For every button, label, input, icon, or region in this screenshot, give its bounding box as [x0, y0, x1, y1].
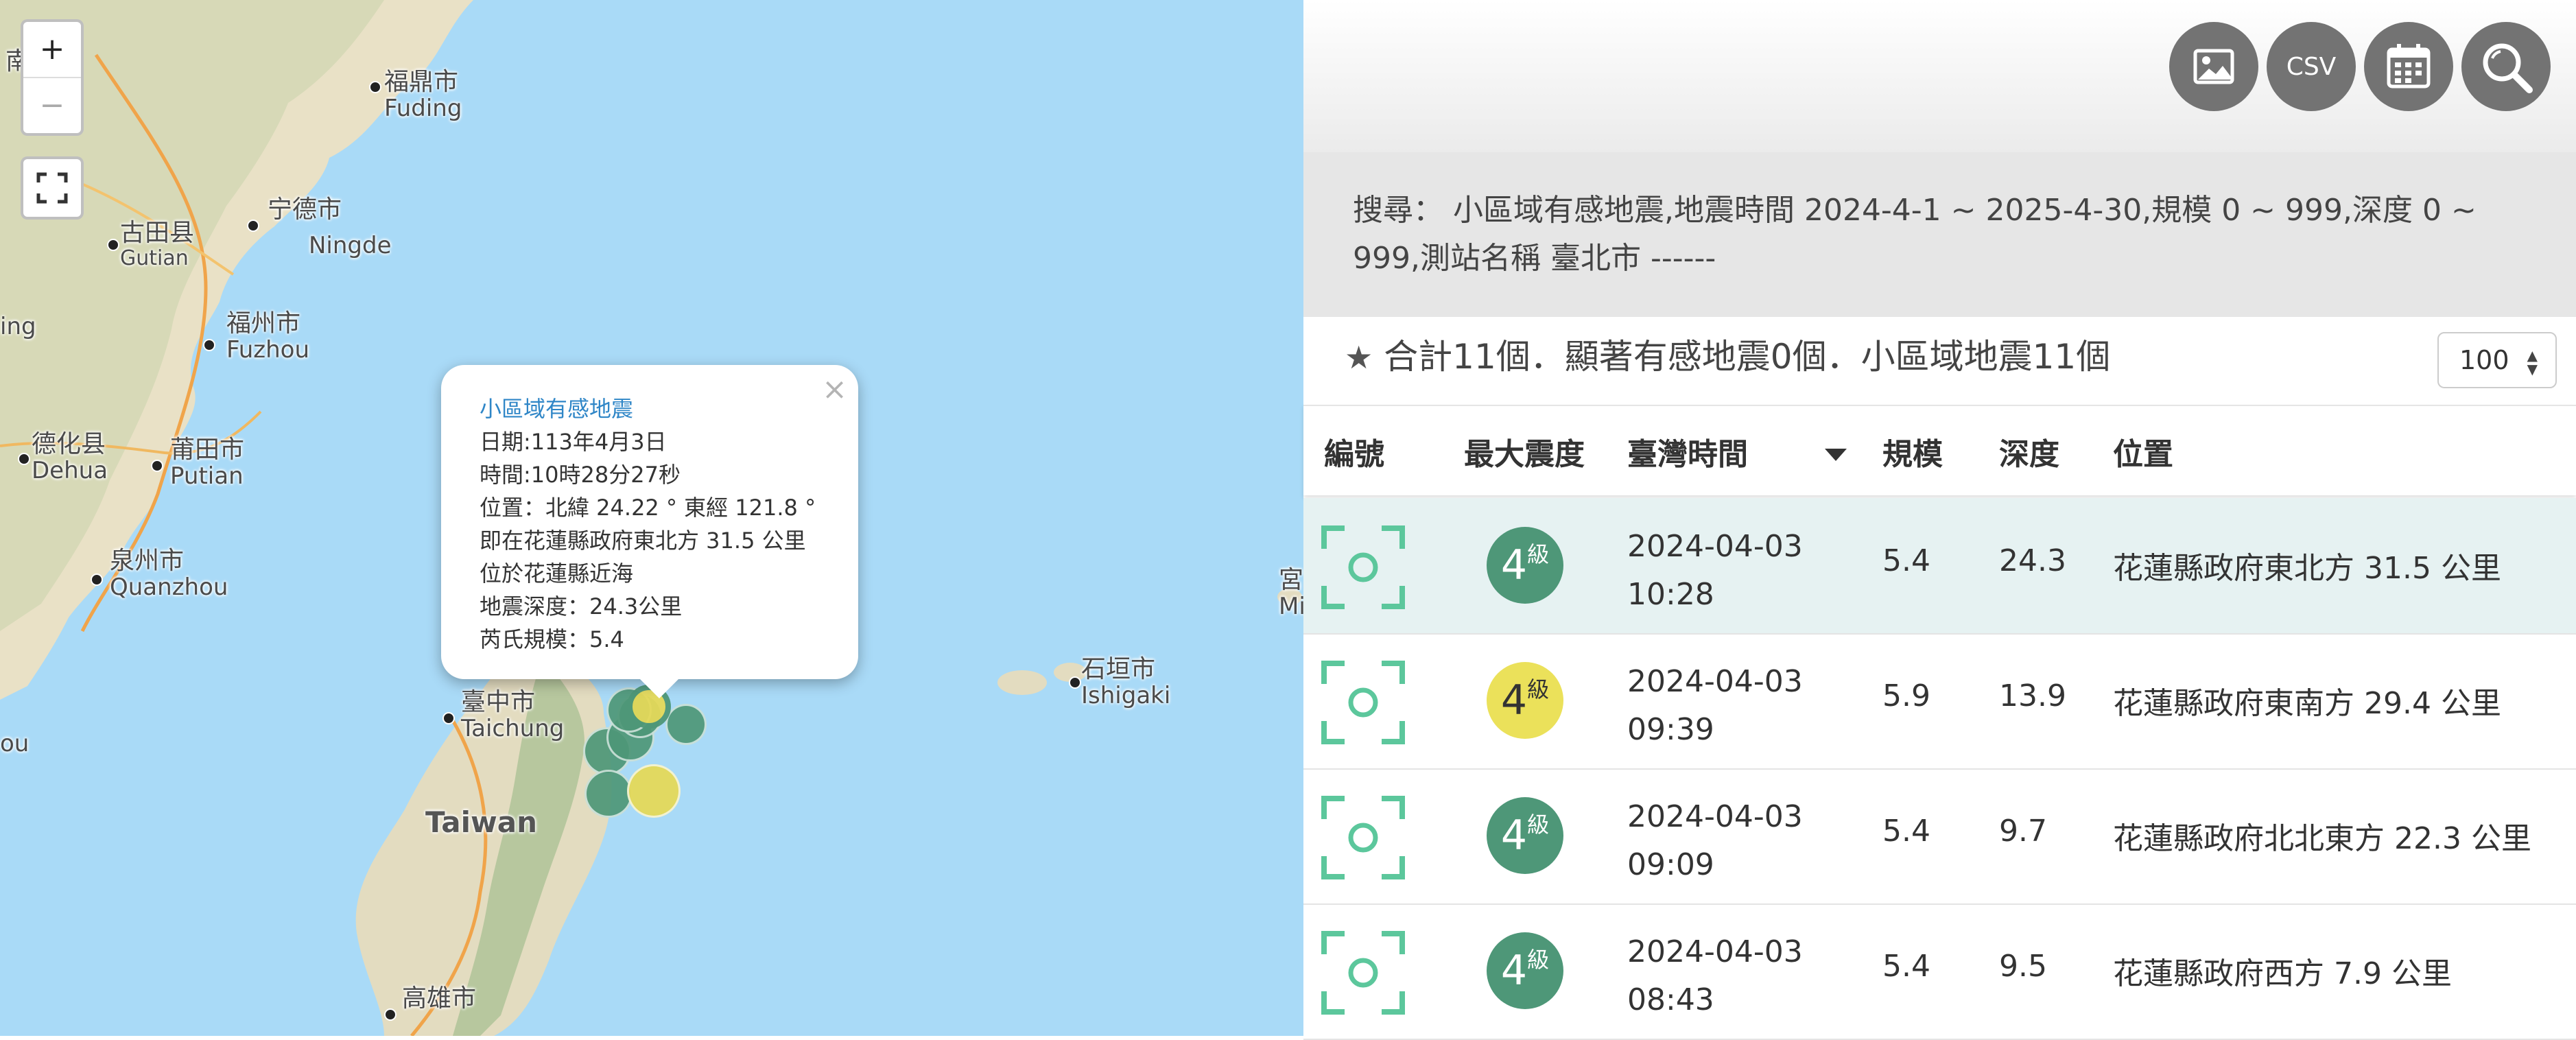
- popup-title[interactable]: 小區域有感地震: [480, 392, 816, 425]
- column-header-location[interactable]: 位置: [2113, 429, 2173, 473]
- place-label: 臺中市 Taichung: [461, 688, 565, 742]
- earthquake-popup: × 小區域有感地震 日期:113年4月3日 時間:10時28分27秒 位置：北緯…: [441, 365, 858, 698]
- popup-date: 日期:113年4月3日: [480, 429, 667, 455]
- column-header-intensity[interactable]: 最大震度: [1464, 429, 1585, 473]
- location-cell: 花蓮縣政府東北方 31.5 公里: [2113, 551, 2501, 586]
- table-header: 編號 最大震度 臺灣時間 規模 深度 位置: [1303, 405, 2576, 495]
- focus-map-icon[interactable]: [1321, 525, 1405, 609]
- magnitude-cell: 5.4: [1882, 814, 1930, 849]
- place-label: 石垣市 Ishigaki: [1081, 655, 1171, 709]
- place-label: 泉州市 Quanzhou: [110, 547, 228, 601]
- place-label: ou: [0, 730, 29, 757]
- star-icon: ★: [1345, 339, 1373, 376]
- csv-export-button[interactable]: CSV: [2267, 22, 2356, 111]
- city-dot: [247, 220, 259, 232]
- place-label: 宮 Mi: [1279, 566, 1303, 620]
- city-dot: [442, 712, 455, 724]
- intensity-badge: 4級: [1487, 797, 1563, 874]
- magnitude-cell: 5.4: [1882, 543, 1930, 578]
- intensity-badge: 4級: [1487, 932, 1563, 1009]
- depth-cell: 24.3: [1999, 543, 2066, 578]
- column-header-time[interactable]: 臺灣時間: [1627, 429, 1748, 473]
- search-criteria-summary: 搜尋： 小區域有感地震,地震時間 2024-4-1 ~ 2025-4-30,規模…: [1303, 152, 2576, 317]
- column-header-magnitude[interactable]: 規模: [1882, 429, 1943, 473]
- city-dot: [18, 453, 30, 465]
- focus-map-icon[interactable]: [1321, 661, 1405, 744]
- toolbar: CSV: [1303, 0, 2576, 152]
- fullscreen-button[interactable]: [21, 156, 84, 220]
- city-dot: [203, 339, 215, 351]
- taiwan-time: 2024-04-03 09:39: [1627, 664, 1803, 747]
- place-label: 宁德市: [268, 196, 342, 224]
- taiwan-time: 2024-04-03 09:09: [1627, 799, 1803, 882]
- taiwan-time: 2024-04-03 10:28: [1627, 529, 1803, 612]
- select-arrows-icon: ▲ ▼: [2527, 347, 2538, 377]
- search-icon: [2483, 43, 2533, 93]
- place-label: 福鼎市 Fuding: [384, 68, 462, 122]
- earthquake-marker[interactable]: [584, 770, 633, 818]
- focus-map-icon[interactable]: [1321, 931, 1405, 1015]
- popup-time: 時間:10時28分27秒: [480, 462, 681, 488]
- depth-cell: 13.9: [1999, 678, 2066, 713]
- result-totals: ★ 合計11個．顯著有感地震0個．小區域地震11個: [1345, 329, 2110, 379]
- earthquake-map[interactable]: 福鼎市 Fuding 宁德市 Ningde 古田县 Gutian 福州市 Fuzhou…: [0, 0, 1303, 1036]
- place-label: Taiwan: [425, 805, 538, 839]
- location-cell: 花蓮縣政府北北東方 22.3 公里: [2113, 821, 2531, 856]
- ishigaki-island: [997, 670, 1047, 695]
- sort-descending-icon[interactable]: [1825, 449, 1847, 461]
- result-totals-text: 合計11個．顯著有感地震0個．小區域地震11個: [1384, 337, 2111, 377]
- location-cell: 花蓮縣政府西方 7.9 公里: [2113, 956, 2452, 991]
- calendar-icon: [2387, 44, 2431, 88]
- place-label: 德化县 Dehua: [32, 430, 108, 484]
- place-label: Ningde: [309, 232, 392, 259]
- city-dot: [1069, 676, 1081, 689]
- focus-map-icon[interactable]: [1321, 796, 1405, 879]
- search-criteria-text: 搜尋： 小區域有感地震,地震時間 2024-4-1 ~ 2025-4-30,規模…: [1353, 193, 2477, 276]
- search-button[interactable]: [2461, 22, 2551, 111]
- place-label: 古田县 Gutian: [120, 219, 195, 270]
- place-label: 高雄市: [402, 984, 477, 1013]
- city-dot: [384, 1008, 397, 1021]
- page-size-value: 100: [2459, 345, 2509, 375]
- table-row[interactable]: 4級 2024-04-03 10:28 5.4 24.3 花蓮縣政府東北方 31.…: [1303, 498, 2576, 635]
- depth-cell: 9.5: [1999, 949, 2047, 984]
- depth-cell: 9.7: [1999, 814, 2047, 849]
- popup-depth: 地震深度：24.3公里: [480, 593, 683, 619]
- image-icon: [2193, 49, 2234, 84]
- calendar-button[interactable]: [2364, 22, 2453, 111]
- city-dot: [151, 460, 163, 472]
- earthquake-marker[interactable]: [627, 764, 681, 818]
- city-dot: [107, 239, 119, 251]
- place-label: 莆田市 Putian: [170, 436, 245, 490]
- city-dot: [91, 574, 103, 586]
- intensity-badge: 4級: [1487, 527, 1563, 604]
- zoom-control: + −: [21, 19, 84, 136]
- place-label: ing: [0, 313, 36, 340]
- popup-area: 位於花蓮縣近海: [480, 560, 634, 587]
- page-size-select[interactable]: 100 ▲ ▼: [2437, 332, 2557, 388]
- location-cell: 花蓮縣政府東南方 29.4 公里: [2113, 686, 2501, 721]
- magnitude-cell: 5.4: [1882, 949, 1930, 984]
- place-label: 福州市 Fuzhou: [226, 309, 309, 364]
- popup-relative-location: 即在花蓮縣政府東北方 31.5 公里: [480, 528, 806, 554]
- popup-close-button[interactable]: ×: [822, 372, 847, 407]
- column-header-depth[interactable]: 深度: [1999, 429, 2059, 473]
- taiwan-time: 2024-04-03 08:43: [1627, 934, 1803, 1017]
- earthquake-list-panel: CSV 搜尋： 小區域有感地震,地震時間 2024-4-1 ~ 2025-4-3…: [1303, 0, 2576, 1040]
- magnitude-cell: 5.9: [1882, 678, 1930, 713]
- table-row[interactable]: 4級 2024-04-03 09:09 5.4 9.7 花蓮縣政府北北東方 22.…: [1303, 768, 2576, 905]
- popup-magnitude: 芮氏規模：5.4: [480, 626, 624, 652]
- earthquake-marker[interactable]: [665, 704, 707, 745]
- column-header-id[interactable]: 編號: [1324, 429, 1384, 473]
- zoom-in-button[interactable]: +: [23, 22, 81, 77]
- fullscreen-icon: [36, 172, 68, 204]
- image-export-button[interactable]: [2169, 22, 2258, 111]
- popup-position: 位置：北緯 24.22 ° 東經 121.8 °: [480, 495, 816, 521]
- table-row[interactable]: 4級 2024-04-03 08:43 5.4 9.5 花蓮縣政府西方 7.9 公…: [1303, 903, 2576, 1040]
- table-row[interactable]: 4級 2024-04-03 09:39 5.9 13.9 花蓮縣政府東南方 29.…: [1303, 633, 2576, 770]
- intensity-badge: 4級: [1487, 662, 1563, 739]
- zoom-out-button[interactable]: −: [23, 77, 81, 133]
- city-dot: [369, 81, 381, 93]
